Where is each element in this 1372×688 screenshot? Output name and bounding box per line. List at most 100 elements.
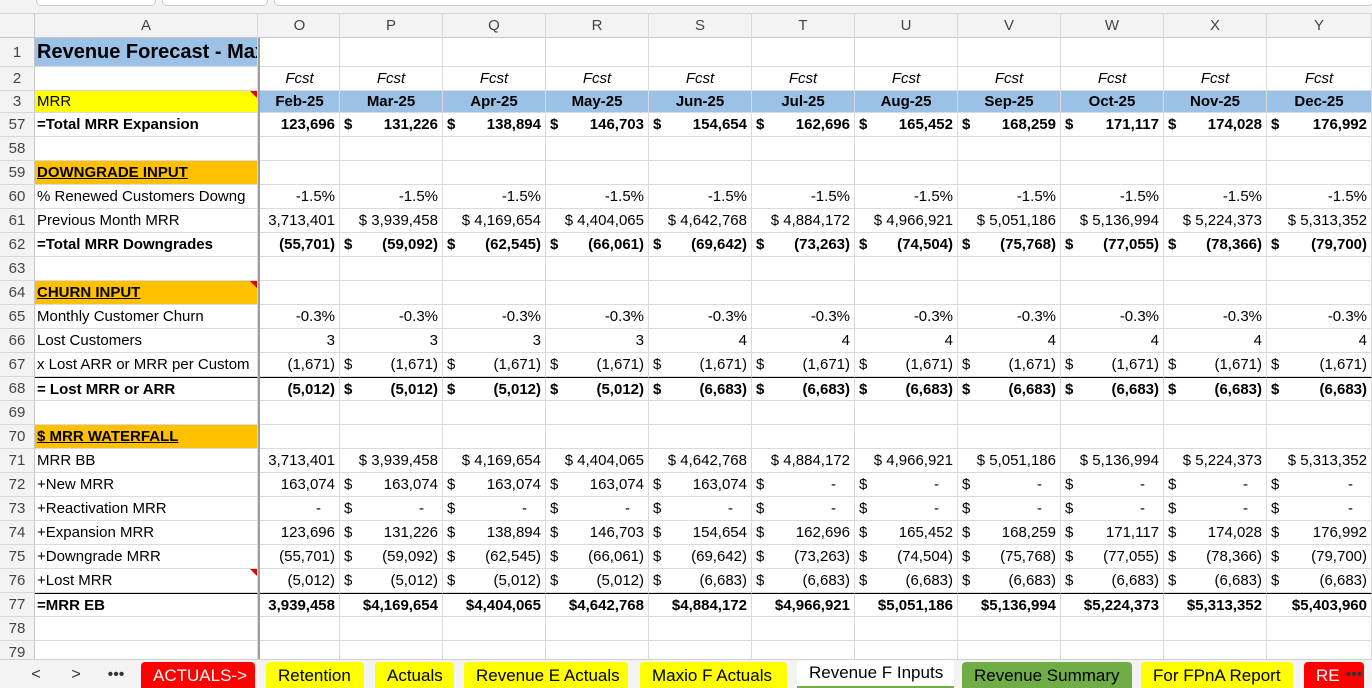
value-cell[interactable]: $ - <box>1267 473 1372 497</box>
empty-cell[interactable] <box>958 161 1061 185</box>
empty-cell[interactable] <box>1164 137 1267 161</box>
empty-cell[interactable] <box>340 257 443 281</box>
value-cell[interactable]: $ - <box>546 497 649 521</box>
value-cell[interactable]: 4 <box>752 329 855 353</box>
empty-cell[interactable] <box>1164 425 1267 449</box>
empty-cell[interactable] <box>546 38 649 67</box>
value-cell[interactable]: $ (75,768) <box>958 233 1061 257</box>
value-cell[interactable]: $ (78,366) <box>1164 233 1267 257</box>
empty-cell[interactable] <box>958 257 1061 281</box>
empty-cell[interactable] <box>35 401 258 425</box>
value-cell[interactable]: $168,259 <box>958 113 1061 137</box>
empty-cell[interactable] <box>340 617 443 641</box>
value-cell[interactable]: 163,074 <box>260 473 340 497</box>
row-label-cell[interactable]: Monthly Customer Churn <box>35 305 258 329</box>
empty-cell[interactable] <box>443 425 546 449</box>
value-cell[interactable]: $ (75,768) <box>958 545 1061 569</box>
row-number[interactable]: 1 <box>0 38 35 67</box>
value-cell[interactable]: $ (6,683) <box>958 377 1061 401</box>
month-header-cell[interactable]: Jun-25 <box>649 91 752 113</box>
value-cell[interactable]: (5,012) <box>260 569 340 593</box>
value-cell[interactable]: $ - <box>443 497 546 521</box>
value-cell[interactable]: $165,452 <box>855 521 958 545</box>
month-header-cell[interactable]: Aug-25 <box>855 91 958 113</box>
value-cell[interactable]: -0.3% <box>546 305 649 329</box>
value-cell[interactable]: $ - <box>958 473 1061 497</box>
column-header-t[interactable]: T <box>752 14 855 38</box>
empty-cell[interactable] <box>855 641 958 659</box>
value-cell[interactable]: $ 5,224,373 <box>1164 209 1267 233</box>
value-cell[interactable]: $ 5,136,994 <box>1061 209 1164 233</box>
empty-cell[interactable] <box>1267 161 1372 185</box>
forecast-flag-cell[interactable]: Fcst <box>752 67 855 91</box>
value-cell[interactable]: -1.5% <box>1061 185 1164 209</box>
row-number[interactable]: 79 <box>0 641 35 659</box>
empty-cell[interactable] <box>443 38 546 67</box>
empty-cell[interactable] <box>340 161 443 185</box>
value-cell[interactable]: $ 4,404,065 <box>546 209 649 233</box>
value-cell[interactable]: $163,074 <box>649 473 752 497</box>
value-cell[interactable]: $ - <box>1164 473 1267 497</box>
empty-cell[interactable] <box>1267 137 1372 161</box>
value-cell[interactable]: $ (5,012) <box>340 569 443 593</box>
value-cell[interactable]: $ 4,642,768 <box>649 209 752 233</box>
row-number[interactable]: 2 <box>0 67 35 91</box>
value-cell[interactable]: -0.3% <box>1164 305 1267 329</box>
value-cell[interactable]: $ - <box>855 473 958 497</box>
value-cell[interactable]: $163,074 <box>443 473 546 497</box>
value-cell[interactable]: $ - <box>1267 497 1372 521</box>
value-cell[interactable]: -1.5% <box>958 185 1061 209</box>
value-cell[interactable]: $163,074 <box>546 473 649 497</box>
empty-cell[interactable] <box>958 641 1061 659</box>
empty-cell[interactable] <box>1061 425 1164 449</box>
value-cell[interactable]: $163,074 <box>340 473 443 497</box>
row-label-cell[interactable]: =Total MRR Expansion <box>35 113 258 137</box>
value-cell[interactable]: $ - <box>752 497 855 521</box>
value-cell[interactable]: $138,894 <box>443 521 546 545</box>
value-cell[interactable]: $4,884,172 <box>649 593 752 617</box>
value-cell[interactable]: (55,701) <box>260 233 340 257</box>
empty-cell[interactable] <box>35 137 258 161</box>
value-cell[interactable]: -1.5% <box>1164 185 1267 209</box>
empty-cell[interactable] <box>1164 161 1267 185</box>
empty-cell[interactable] <box>1061 38 1164 67</box>
row-label-cell[interactable]: Lost Customers <box>35 329 258 353</box>
month-header-cell[interactable]: Oct-25 <box>1061 91 1164 113</box>
value-cell[interactable]: 3,713,401 <box>260 209 340 233</box>
value-cell[interactable]: $171,117 <box>1061 521 1164 545</box>
value-cell[interactable]: $ (79,700) <box>1267 233 1372 257</box>
value-cell[interactable]: -0.3% <box>752 305 855 329</box>
value-cell[interactable]: 4 <box>649 329 752 353</box>
month-header-cell[interactable]: Dec-25 <box>1267 91 1372 113</box>
sheet-title[interactable]: Revenue Forecast - Max <box>35 38 258 67</box>
formula-bar[interactable] <box>274 0 1372 6</box>
value-cell[interactable]: $ - <box>1061 497 1164 521</box>
empty-cell[interactable] <box>443 641 546 659</box>
empty-cell[interactable] <box>855 401 958 425</box>
value-cell[interactable]: 123,696 <box>260 113 340 137</box>
value-cell[interactable]: $ (6,683) <box>752 377 855 401</box>
value-cell[interactable]: $ (6,683) <box>1164 377 1267 401</box>
value-cell[interactable]: $ 4,404,065 <box>546 449 649 473</box>
value-cell[interactable]: $162,696 <box>752 521 855 545</box>
empty-cell[interactable] <box>958 281 1061 305</box>
value-cell[interactable]: -1.5% <box>443 185 546 209</box>
empty-cell[interactable] <box>546 257 649 281</box>
empty-cell[interactable] <box>260 137 340 161</box>
empty-cell[interactable] <box>260 38 340 67</box>
row-number[interactable]: 77 <box>0 593 35 617</box>
value-cell[interactable]: $ (62,545) <box>443 545 546 569</box>
column-header-o[interactable]: O <box>260 14 340 38</box>
empty-cell[interactable] <box>855 425 958 449</box>
row-number[interactable]: 76 <box>0 569 35 593</box>
sheet-tab[interactable]: ACTUALS-> <box>141 662 255 688</box>
empty-cell[interactable] <box>340 281 443 305</box>
row-label-cell[interactable]: +Downgrade MRR <box>35 545 258 569</box>
sheet-tab[interactable]: Revenue E Actuals <box>464 662 628 688</box>
empty-cell[interactable] <box>958 401 1061 425</box>
empty-cell[interactable] <box>855 137 958 161</box>
empty-cell[interactable] <box>1164 401 1267 425</box>
empty-cell[interactable] <box>546 641 649 659</box>
value-cell[interactable]: $ (1,671) <box>855 353 958 377</box>
empty-cell[interactable] <box>1061 137 1164 161</box>
